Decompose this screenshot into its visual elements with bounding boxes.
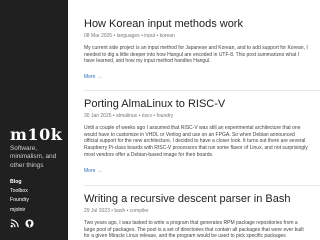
post-item: How Korean input methods work 08 Mar 202…	[84, 18, 316, 83]
post-title[interactable]: Writing a recursive descent parser in Ba…	[84, 193, 316, 206]
site-tagline: Software, minimalism, and other things	[10, 145, 57, 169]
nav-item-foundry[interactable]: Foundry	[10, 196, 29, 205]
post-item: Writing a recursive descent parser in Ba…	[84, 193, 316, 240]
github-icon[interactable]	[25, 215, 34, 228]
nav-item-blog[interactable]: Blog	[10, 178, 29, 187]
site-title[interactable]: m10k	[10, 125, 62, 144]
nav-item-toolbox[interactable]: Toolbox	[10, 187, 29, 196]
post-divider	[84, 185, 320, 186]
post-meta: 30 Jan 2025 • almalinux • riscv • foundr…	[84, 113, 174, 119]
sidebar: m10k Software, minimalism, and other thi…	[0, 0, 68, 240]
sidebar-nav: Blog Toolbox Foundry mjolnir	[10, 178, 29, 215]
post-title[interactable]: How Korean input methods work	[84, 18, 316, 31]
more-link[interactable]: More →	[84, 168, 102, 174]
post-summary: Two years ago, I was tasked to write a p…	[84, 220, 304, 240]
social-links	[10, 215, 34, 228]
post-item: Porting AlmaLinux to RISC-V 30 Jan 2025 …	[84, 98, 316, 177]
nav-item-mjolnir[interactable]: mjolnir	[10, 206, 29, 215]
rss-icon[interactable]	[10, 215, 19, 228]
more-link[interactable]: More →	[84, 74, 102, 80]
post-summary: Until a couple of weeks ago I assumed th…	[84, 125, 308, 158]
post-divider	[84, 90, 320, 91]
post-summary: My current side project is an input meth…	[84, 45, 308, 65]
post-title[interactable]: Porting AlmaLinux to RISC-V	[84, 98, 316, 111]
post-meta: 29 Jul 2023 • bash • compiler	[84, 208, 149, 214]
post-meta: 08 Mar 2025 • languages • input • korean	[84, 33, 175, 39]
post-list: How Korean input methods work 08 Mar 202…	[84, 0, 320, 240]
